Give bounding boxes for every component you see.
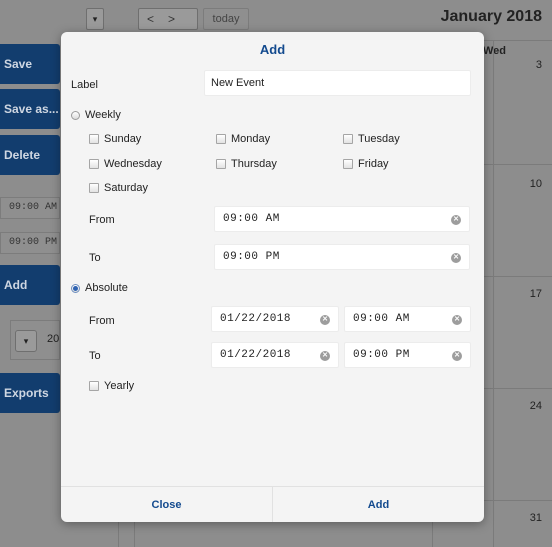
sidebar: Save Save as... Delete 09:00 AM 09:00 PM… [0, 0, 60, 547]
yearly-label: Yearly [104, 380, 135, 392]
today-button[interactable]: today [203, 8, 249, 30]
save-as-button[interactable]: Save as... [0, 89, 60, 129]
weekly-to-time-input[interactable]: 09:00 PM ✕ [214, 244, 470, 270]
absolute-from-time-input[interactable]: 09:00 AM ✕ [344, 306, 471, 332]
absolute-to-label: To [89, 350, 101, 362]
absolute-to-date-value: 01/22/2018 [220, 349, 292, 361]
save-button[interactable]: Save [0, 44, 60, 84]
dialog-footer: Close Add [61, 486, 484, 522]
add-event-dialog: Add Label New Event Weekly Sunday Monday… [61, 32, 484, 522]
weekly-from-label: From [89, 214, 115, 226]
wednesday-label: Wednesday [104, 158, 162, 170]
absolute-to-date-input[interactable]: 01/22/2018 ✕ [211, 342, 339, 368]
day-number[interactable]: 24 [530, 400, 542, 412]
month-title: January 2018 [440, 8, 542, 25]
absolute-radio[interactable] [71, 284, 80, 293]
clear-icon[interactable]: ✕ [320, 315, 330, 325]
calendar-nav-buttons[interactable]: <> [138, 8, 198, 30]
label-caption: Label [71, 79, 98, 91]
day-number[interactable]: 3 [536, 59, 542, 71]
monday-checkbox[interactable] [216, 134, 226, 144]
clear-icon[interactable]: ✕ [451, 253, 461, 263]
chevron-down-icon: ▾ [92, 14, 98, 24]
tuesday-checkbox[interactable] [343, 134, 353, 144]
day-number[interactable]: 31 [530, 512, 542, 524]
close-button[interactable]: Close [61, 487, 272, 522]
sidebar-add-button[interactable]: Add [0, 265, 60, 305]
yearly-checkbox[interactable] [89, 381, 99, 391]
day-number[interactable]: 17 [530, 288, 542, 300]
clear-icon[interactable]: ✕ [320, 351, 330, 361]
exports-button[interactable]: Exports [0, 373, 60, 413]
delete-button[interactable]: Delete [0, 135, 60, 175]
prev-button[interactable]: < [147, 12, 168, 26]
weekly-from-time-input[interactable]: 09:00 AM ✕ [214, 206, 470, 232]
sunday-checkbox[interactable] [89, 134, 99, 144]
absolute-to-time-input[interactable]: 09:00 PM ✕ [344, 342, 471, 368]
weekly-to-time-value: 09:00 PM [223, 251, 280, 263]
chevron-down-icon: ▾ [15, 330, 37, 352]
year-select-value: 2018 [47, 333, 60, 345]
weekly-radio[interactable] [71, 111, 80, 120]
saturday-checkbox[interactable] [89, 183, 99, 193]
absolute-from-date-input[interactable]: 01/22/2018 ✕ [211, 306, 339, 332]
friday-label: Friday [358, 158, 389, 170]
weekly-label: Weekly [85, 109, 121, 121]
label-input-value: New Event [211, 77, 265, 89]
absolute-from-time-value: 09:00 AM [353, 313, 410, 325]
next-button[interactable]: > [168, 12, 189, 26]
clear-icon[interactable]: ✕ [452, 315, 462, 325]
thursday-label: Thursday [231, 158, 277, 170]
absolute-from-label: From [89, 315, 115, 327]
tuesday-label: Tuesday [358, 133, 400, 145]
dialog-title: Add [259, 42, 286, 57]
view-dropdown[interactable]: ▾ [86, 8, 104, 30]
weekly-from-time-value: 09:00 AM [223, 213, 280, 225]
wednesday-checkbox[interactable] [89, 159, 99, 169]
clear-icon[interactable]: ✕ [451, 215, 461, 225]
monday-label: Monday [231, 133, 271, 145]
label-input[interactable]: New Event [204, 70, 471, 96]
sunday-label: Sunday [104, 133, 142, 145]
weekly-to-label: To [89, 252, 101, 264]
sidebar-to-time[interactable]: 09:00 PM [0, 232, 60, 254]
add-button[interactable]: Add [273, 487, 484, 522]
friday-checkbox[interactable] [343, 159, 353, 169]
saturday-label: Saturday [104, 182, 149, 194]
sidebar-from-time[interactable]: 09:00 AM [0, 197, 60, 219]
year-select[interactable]: ▾ 2018 [10, 320, 60, 360]
absolute-label: Absolute [85, 282, 128, 294]
absolute-from-date-value: 01/22/2018 [220, 313, 292, 325]
clear-icon[interactable]: ✕ [452, 351, 462, 361]
day-number[interactable]: 10 [530, 178, 542, 190]
absolute-to-time-value: 09:00 PM [353, 349, 410, 361]
thursday-checkbox[interactable] [216, 159, 226, 169]
